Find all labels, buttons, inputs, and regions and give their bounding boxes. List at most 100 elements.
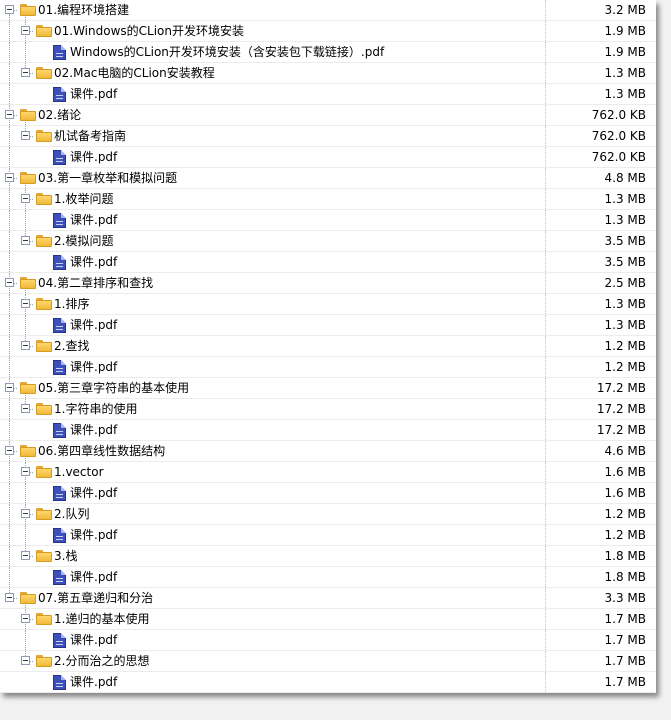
collapse-toggle[interactable] bbox=[21, 236, 30, 245]
folder-icon bbox=[20, 109, 36, 121]
folder-row[interactable]: 1.字符串的使用 17.2 MB bbox=[0, 399, 656, 420]
collapse-toggle[interactable] bbox=[5, 5, 14, 14]
folder-row[interactable]: 2.查找 1.2 MB bbox=[0, 336, 656, 357]
collapse-toggle[interactable] bbox=[21, 656, 30, 665]
collapse-toggle[interactable] bbox=[21, 467, 30, 476]
folder-name: 机试备考指南 bbox=[54, 129, 127, 143]
file-row[interactable]: 课件.pdf 17.2 MB bbox=[0, 420, 656, 441]
collapse-toggle[interactable] bbox=[5, 446, 14, 455]
folder-row[interactable]: 1.枚举问题 1.3 MB bbox=[0, 189, 656, 210]
folder-row[interactable]: 05.第三章字符串的基本使用 17.2 MB bbox=[0, 378, 656, 399]
folder-name: 1.vector bbox=[54, 465, 104, 479]
folder-row[interactable]: 02.绪论 762.0 KB bbox=[0, 105, 656, 126]
folder-row[interactable]: 2.模拟问题 3.5 MB bbox=[0, 231, 656, 252]
collapse-toggle[interactable] bbox=[5, 173, 14, 182]
folder-row[interactable]: 2.分而治之的思想 1.7 MB bbox=[0, 651, 656, 672]
collapse-toggle[interactable] bbox=[21, 614, 30, 623]
tree-line bbox=[9, 546, 10, 566]
collapse-toggle[interactable] bbox=[21, 404, 30, 413]
folder-row[interactable]: 1.排序 1.3 MB bbox=[0, 294, 656, 315]
tree-line bbox=[9, 210, 10, 230]
file-tree: 01.编程环境搭建 3.2 MB 01.Windows的CLion开发环境安装 1.9… bbox=[0, 0, 656, 693]
folder-row[interactable]: 04.第二章排序和查找 2.5 MB bbox=[0, 273, 656, 294]
size-value: 1.7 MB bbox=[604, 633, 646, 647]
folder-name: 3.栈 bbox=[54, 549, 78, 563]
folder-icon bbox=[36, 466, 52, 478]
folder-row[interactable]: 07.第五章递归和分治 3.3 MB bbox=[0, 588, 656, 609]
size-value: 1.7 MB bbox=[604, 675, 646, 689]
collapse-toggle[interactable] bbox=[5, 593, 14, 602]
file-row[interactable]: 课件.pdf 1.7 MB bbox=[0, 672, 656, 693]
tree-line bbox=[9, 294, 10, 314]
size-value: 1.3 MB bbox=[604, 66, 646, 80]
pdf-file-icon bbox=[53, 87, 66, 102]
folder-row[interactable]: 01.Windows的CLion开发环境安装 1.9 MB bbox=[0, 21, 656, 42]
size-value: 762.0 KB bbox=[591, 129, 646, 143]
tree-line bbox=[9, 462, 10, 482]
collapse-toggle[interactable] bbox=[5, 110, 14, 119]
folder-icon bbox=[20, 382, 36, 394]
collapse-toggle[interactable] bbox=[21, 194, 30, 203]
folder-name: 06.第四章线性数据结构 bbox=[38, 444, 166, 458]
collapse-toggle[interactable] bbox=[21, 131, 30, 140]
size-value: 3.5 MB bbox=[604, 255, 646, 269]
size-value: 17.2 MB bbox=[596, 402, 646, 416]
folder-icon bbox=[36, 550, 52, 562]
folder-name: 1.排序 bbox=[54, 297, 90, 311]
folder-icon bbox=[20, 445, 36, 457]
collapse-toggle[interactable] bbox=[21, 299, 30, 308]
folder-row[interactable]: 1.vector 1.6 MB bbox=[0, 462, 656, 483]
file-row[interactable]: 课件.pdf 3.5 MB bbox=[0, 252, 656, 273]
folder-row[interactable]: 1.递归的基本使用 1.7 MB bbox=[0, 609, 656, 630]
file-row[interactable]: 课件.pdf 1.2 MB bbox=[0, 525, 656, 546]
size-value: 1.9 MB bbox=[604, 24, 646, 38]
folder-row[interactable]: 3.栈 1.8 MB bbox=[0, 546, 656, 567]
folder-name: 2.队列 bbox=[54, 507, 90, 521]
folder-name: 1.字符串的使用 bbox=[54, 402, 138, 416]
folder-name: 02.Mac电脑的CLion安装教程 bbox=[54, 66, 215, 80]
size-value: 762.0 KB bbox=[591, 108, 646, 122]
tree-line bbox=[9, 189, 10, 209]
file-row[interactable]: Windows的CLion开发环境安装（含安装包下载链接）.pdf 1.9 MB bbox=[0, 42, 656, 63]
file-name: 课件.pdf bbox=[70, 150, 118, 164]
tree-line bbox=[9, 21, 10, 41]
file-row[interactable]: 课件.pdf 1.7 MB bbox=[0, 630, 656, 651]
pdf-file-icon bbox=[53, 528, 66, 543]
tree-line bbox=[9, 14, 10, 20]
size-value: 3.3 MB bbox=[604, 591, 646, 605]
tree-line bbox=[25, 315, 26, 335]
file-row[interactable]: 课件.pdf 1.3 MB bbox=[0, 84, 656, 105]
size-value: 1.6 MB bbox=[604, 465, 646, 479]
tree-line bbox=[25, 42, 26, 62]
folder-row[interactable]: 01.编程环境搭建 3.2 MB bbox=[0, 0, 656, 21]
folder-row[interactable]: 06.第四章线性数据结构 4.6 MB bbox=[0, 441, 656, 462]
file-row[interactable]: 课件.pdf 1.3 MB bbox=[0, 210, 656, 231]
folder-row[interactable]: 2.队列 1.2 MB bbox=[0, 504, 656, 525]
collapse-toggle[interactable] bbox=[21, 26, 30, 35]
pdf-file-icon bbox=[53, 633, 66, 648]
file-row[interactable]: 课件.pdf 1.8 MB bbox=[0, 567, 656, 588]
folder-row[interactable]: 02.Mac电脑的CLion安装教程 1.3 MB bbox=[0, 63, 656, 84]
collapse-toggle[interactable] bbox=[5, 383, 14, 392]
folder-row[interactable]: 03.第一章枚举和模拟问题 4.8 MB bbox=[0, 168, 656, 189]
folder-name: 2.模拟问题 bbox=[54, 234, 114, 248]
file-row[interactable]: 课件.pdf 1.6 MB bbox=[0, 483, 656, 504]
pdf-file-icon bbox=[53, 213, 66, 228]
collapse-toggle[interactable] bbox=[21, 509, 30, 518]
collapse-toggle[interactable] bbox=[21, 68, 30, 77]
collapse-toggle[interactable] bbox=[5, 278, 14, 287]
tree-line bbox=[9, 315, 10, 335]
file-row[interactable]: 课件.pdf 1.2 MB bbox=[0, 357, 656, 378]
folder-icon bbox=[36, 193, 52, 205]
file-row[interactable]: 课件.pdf 1.3 MB bbox=[0, 315, 656, 336]
folder-row[interactable]: 机试备考指南 762.0 KB bbox=[0, 126, 656, 147]
tree-line bbox=[9, 420, 10, 440]
folder-icon bbox=[20, 592, 36, 604]
folder-name: 05.第三章字符串的基本使用 bbox=[38, 381, 190, 395]
file-row[interactable]: 课件.pdf 762.0 KB bbox=[0, 147, 656, 168]
pdf-file-icon bbox=[53, 360, 66, 375]
collapse-toggle[interactable] bbox=[21, 341, 30, 350]
folder-icon bbox=[36, 235, 52, 247]
collapse-toggle[interactable] bbox=[21, 551, 30, 560]
pdf-file-icon bbox=[53, 150, 66, 165]
